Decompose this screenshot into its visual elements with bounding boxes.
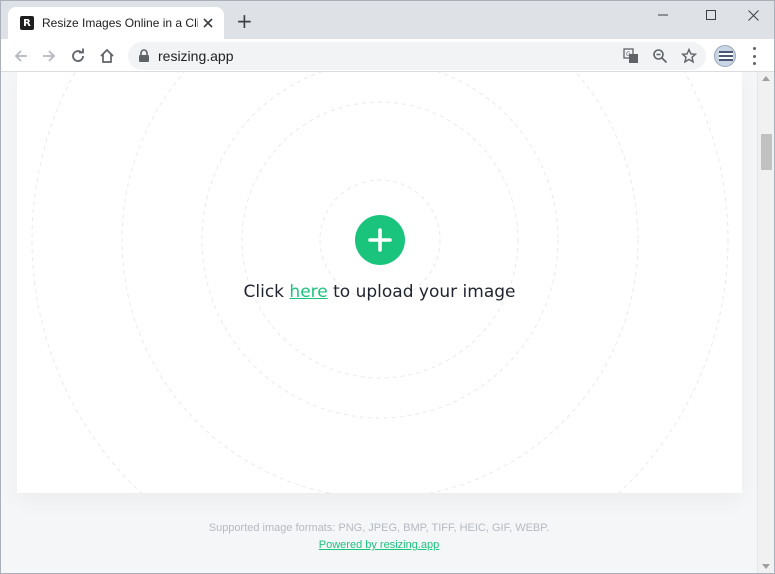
site-favicon: R xyxy=(20,16,34,30)
close-tab-icon[interactable] xyxy=(200,15,216,31)
kebab-menu-icon[interactable] xyxy=(746,47,762,65)
tab-title: Resize Images Online in a Click xyxy=(42,16,198,30)
url-text: resizing.app xyxy=(158,48,234,64)
arrow-left-icon[interactable] xyxy=(9,44,33,68)
scroll-down-icon[interactable] xyxy=(762,564,770,569)
upload-card[interactable]: Click here to upload your image xyxy=(17,72,742,493)
translate-icon[interactable]: G xyxy=(621,46,641,66)
plus-icon xyxy=(368,228,392,252)
minimize-icon[interactable] xyxy=(640,0,686,30)
powered-by-link[interactable]: Powered by resizing.app xyxy=(1,539,757,551)
upload-instructions: Click here to upload your image xyxy=(17,282,742,302)
vertical-scrollbar[interactable] xyxy=(757,72,774,573)
tab-strip: R Resize Images Online in a Click + xyxy=(0,0,775,39)
browser-tab[interactable]: R Resize Images Online in a Click xyxy=(8,7,224,39)
close-window-icon[interactable] xyxy=(730,0,775,30)
address-bar[interactable]: resizing.app G xyxy=(128,42,706,70)
scroll-up-icon[interactable] xyxy=(762,76,770,81)
star-icon[interactable] xyxy=(679,46,699,66)
new-tab-icon[interactable]: + xyxy=(236,11,253,31)
upload-suffix: to upload your image xyxy=(333,282,516,302)
lock-icon[interactable] xyxy=(138,49,150,68)
upload-link[interactable]: here xyxy=(289,282,327,302)
upload-prefix: Click xyxy=(243,282,285,302)
add-image-button[interactable] xyxy=(355,215,405,265)
scroll-thumb[interactable] xyxy=(761,134,772,170)
arrow-right-icon[interactable] xyxy=(37,44,61,68)
supported-formats: Supported image formats: PNG, JPEG, BMP,… xyxy=(208,522,550,534)
zoom-icon[interactable] xyxy=(650,46,670,66)
browser-toolbar: resizing.app G xyxy=(0,39,775,72)
reload-icon[interactable] xyxy=(66,44,90,68)
maximize-icon[interactable] xyxy=(688,0,734,30)
profile-avatar-icon[interactable] xyxy=(714,45,736,67)
home-icon[interactable] xyxy=(95,44,119,68)
svg-text:G: G xyxy=(626,51,631,58)
page-viewport: Click here to upload your image Supporte… xyxy=(1,72,757,573)
